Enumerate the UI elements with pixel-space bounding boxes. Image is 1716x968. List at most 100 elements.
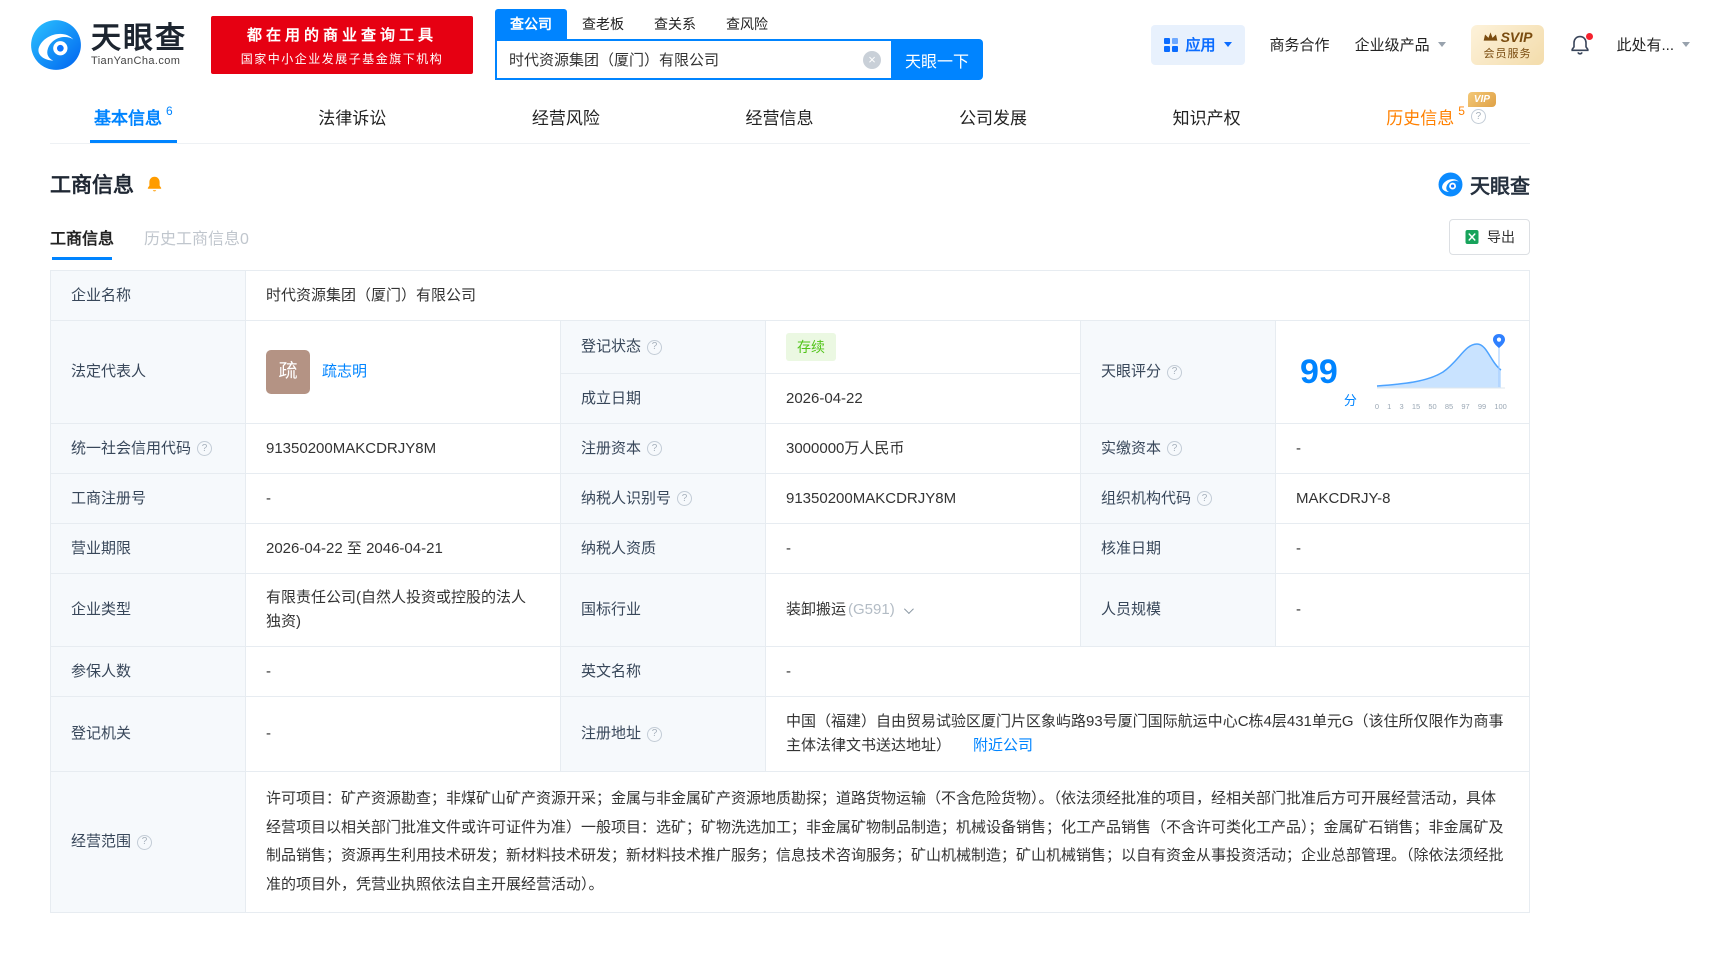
enterprise-products-label: 企业级产品	[1354, 37, 1430, 55]
paid-capital-label: 实缴资本	[1081, 424, 1276, 474]
search-button[interactable]: 天眼一下	[891, 39, 983, 80]
top-header: 天眼查 TianYanCha.com 都在用的商业查询工具 国家中小企业发展子基…	[0, 0, 1716, 90]
help-icon[interactable]	[1167, 364, 1183, 380]
status-date-subgrid: 登记状态 存续 成立日期 2026-04-22	[561, 321, 1081, 424]
status-badge: 存续	[786, 333, 836, 362]
subtab-history-business-info[interactable]: 历史工商信息0	[144, 214, 249, 260]
industry-value[interactable]: 装卸搬运 (G591)	[766, 574, 1081, 647]
chevron-down-icon	[1223, 42, 1232, 48]
search-input-wrap	[495, 39, 891, 80]
tab-operation-risk[interactable]: 经营风险	[532, 90, 600, 143]
search-tab-company[interactable]: 查公司	[495, 9, 567, 39]
biz-cooperation-link[interactable]: 商务合作	[1270, 34, 1330, 55]
english-name-label: 英文名称	[561, 647, 766, 697]
search-tab-boss[interactable]: 查老板	[567, 9, 639, 39]
promo-banner: 都在用的商业查询工具 国家中小企业发展子基金旗下机构	[211, 16, 473, 74]
user-label: 此处有...	[1616, 37, 1674, 55]
export-button[interactable]: 导出	[1449, 219, 1530, 255]
svip-sublabel: 会员服务	[1483, 48, 1532, 61]
tab-basic-info[interactable]: 基本信息 6	[90, 90, 177, 143]
tab-legal-litigation[interactable]: 法律诉讼	[318, 90, 386, 143]
company-nav-tabs: 基本信息 6 法律诉讼 经营风险 经营信息 公司发展 知识产权 VIP 历史信息…	[50, 90, 1530, 144]
org-code-value: MAKCDRJY-8	[1296, 489, 1391, 507]
legal-rep-value: 疏 疏志明	[246, 321, 561, 424]
table-row: 参保人数 - 英文名称 -	[51, 647, 1529, 698]
notification-dot	[1586, 32, 1594, 40]
chevron-down-icon[interactable]	[903, 604, 914, 614]
table-row: 营业期限 2026-04-22 至 2046-04-21 纳税人资质 - 核准日…	[51, 524, 1529, 575]
approval-date-value: -	[1296, 539, 1301, 557]
enterprise-products-link[interactable]: 企业级产品	[1355, 34, 1446, 55]
taxpayer-quality-label: 纳税人资质	[561, 524, 766, 574]
credit-code-label: 统一社会信用代码	[51, 424, 246, 474]
grid-icon	[1163, 37, 1178, 52]
org-code-label: 组织机构代码	[1081, 474, 1276, 524]
search-tab-relation[interactable]: 查关系	[639, 9, 711, 39]
company-type-label: 企业类型	[51, 574, 246, 647]
company-name-value: 时代资源集团（厦门）有限公司	[266, 286, 477, 304]
nearby-companies-link[interactable]: 附近公司	[973, 737, 1033, 754]
reg-status-label: 登记状态	[561, 321, 766, 374]
table-row: 统一社会信用代码 91350200MAKCDRJY8M 注册资本 3000000…	[51, 424, 1529, 475]
section-header: 工商信息 天眼查	[50, 166, 1530, 202]
credit-code-value: 91350200MAKCDRJY8M	[246, 424, 561, 474]
svip-badge[interactable]: SVIP 会员服务	[1470, 24, 1545, 66]
industry-code: (G591)	[848, 601, 895, 619]
tab-history-info[interactable]: VIP 历史信息 5	[1386, 90, 1496, 143]
apps-button[interactable]: 应用	[1150, 24, 1245, 65]
establish-date-value: 2026-04-22	[786, 389, 863, 407]
approval-date-label: 核准日期	[1081, 524, 1276, 574]
legal-rep-avatar[interactable]: 疏	[266, 350, 310, 395]
table-row: 登记机关 - 注册地址 中国（福建）自由贸易试验区厦门片区象屿路93号厦门国际航…	[51, 697, 1529, 773]
help-icon[interactable]	[647, 339, 663, 355]
english-name-value: -	[786, 662, 791, 680]
staff-size-label: 人员规模	[1081, 574, 1276, 647]
subscribe-bell-icon[interactable]	[145, 175, 164, 194]
score-unit: 分	[1343, 392, 1357, 408]
tianyancha-logo[interactable]: 天眼查 TianYanCha.com	[30, 19, 187, 71]
tab-operation-info[interactable]: 经营信息	[745, 90, 813, 143]
chevron-down-icon	[1682, 42, 1690, 48]
excel-icon	[1465, 230, 1479, 244]
company-name-label: 企业名称	[51, 271, 246, 320]
help-icon[interactable]	[647, 441, 663, 457]
help-icon[interactable]	[137, 834, 153, 850]
score-number: 99	[1300, 353, 1338, 392]
help-icon[interactable]	[1167, 441, 1183, 457]
help-icon[interactable]	[647, 726, 663, 742]
table-row: 工商注册号 - 纳税人识别号 91350200MAKCDRJY8M 组织机构代码…	[51, 474, 1529, 525]
reg-capital-value: 3000000万人民币	[766, 424, 1081, 474]
search-tab-risk[interactable]: 查风险	[711, 9, 783, 39]
legal-rep-link[interactable]: 疏志明	[322, 360, 367, 384]
help-icon[interactable]	[1197, 491, 1213, 507]
score-axis: 01 3 15 50 85 97 99 100	[1374, 401, 1507, 411]
clear-search-icon[interactable]	[863, 50, 881, 69]
crown-icon	[1483, 32, 1497, 42]
help-icon[interactable]	[677, 491, 693, 507]
reg-authority-label: 登记机关	[51, 697, 246, 772]
score-value[interactable]: 99 分 01 3 15 50 85 97 99 100	[1276, 321, 1529, 423]
help-icon[interactable]	[1470, 109, 1486, 124]
tab-intellectual-property[interactable]: 知识产权	[1173, 90, 1241, 143]
chevron-down-icon	[1437, 42, 1446, 48]
biz-cooperation-label: 商务合作	[1269, 37, 1330, 55]
subtab-business-info[interactable]: 工商信息	[50, 214, 114, 260]
business-scope-label: 经营范围	[51, 772, 246, 913]
industry-label: 国标行业	[561, 574, 766, 647]
search-block: 查公司 查老板 查关系 查风险 天眼一下	[495, 9, 983, 80]
main-content: 工商信息 天眼查 工商信息 历史工商信息0 导出 企业名称 时代资源集团（厦门）…	[50, 166, 1530, 914]
svip-label: SVIP	[1500, 28, 1533, 45]
vip-tag: VIP	[1467, 92, 1496, 107]
score-chart: 01 3 15 50 85 97 99 100	[1375, 332, 1507, 413]
brand-name: 天眼查	[91, 22, 187, 56]
search-input[interactable]	[497, 41, 891, 78]
section-title: 工商信息	[50, 174, 134, 197]
tab-company-development[interactable]: 公司发展	[959, 90, 1027, 143]
tianyancha-watermark: 天眼查	[1438, 170, 1530, 199]
table-row: 企业名称 时代资源集团（厦门）有限公司	[51, 271, 1529, 321]
help-icon[interactable]	[197, 441, 213, 457]
export-label: 导出	[1487, 229, 1515, 245]
notification-bell-icon[interactable]	[1569, 32, 1594, 56]
page: 天眼查 TianYanCha.com 都在用的商业查询工具 国家中小企业发展子基…	[0, 0, 1716, 914]
user-menu[interactable]: 此处有...	[1616, 34, 1690, 55]
